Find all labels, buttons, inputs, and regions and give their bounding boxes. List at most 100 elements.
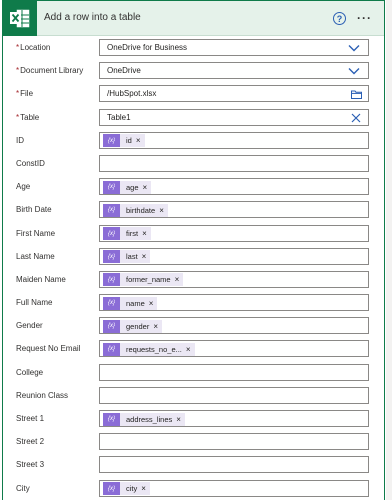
expression-icon: {x} — [103, 227, 120, 240]
folder-icon[interactable] — [351, 90, 362, 101]
scrollbar[interactable] — [386, 0, 392, 500]
action-title: Add a row into a table — [44, 12, 141, 23]
help-icon[interactable]: ? — [333, 12, 346, 25]
token-label: name — [126, 298, 145, 308]
remove-token-icon[interactable]: × — [153, 322, 158, 331]
param-label: Gender — [16, 321, 43, 330]
param-label-text: ConstID — [16, 158, 45, 168]
param-row-request-no-email: Request No Email {x} requests_no_e... × — [3, 337, 384, 360]
remove-token-icon[interactable]: × — [142, 229, 147, 238]
last-name-field[interactable]: {x} last × — [99, 247, 369, 265]
birth-date-field[interactable]: {x} birthdate × — [99, 201, 369, 219]
more-options-icon[interactable]: ··· — [357, 11, 372, 25]
chevron-down-icon[interactable] — [348, 44, 360, 54]
dynamic-content-token[interactable]: {x} former_name × — [103, 273, 184, 287]
param-label: *File — [16, 89, 33, 98]
dynamic-content-token[interactable]: {x} gender × — [103, 319, 163, 333]
gender-field[interactable]: {x} gender × — [99, 317, 369, 335]
file-field[interactable]: /HubSpot.xlsx — [99, 85, 369, 103]
dynamic-content-token[interactable]: {x} city × — [103, 482, 150, 496]
param-row-city: City {x} city × — [3, 477, 384, 500]
param-row-location: *Location OneDrive for Business — [3, 36, 384, 59]
dynamic-content-token[interactable]: {x} birthdate × — [103, 203, 168, 217]
first-name-field[interactable]: {x} first × — [99, 224, 369, 242]
remove-token-icon[interactable]: × — [175, 275, 180, 284]
required-marker: * — [16, 89, 20, 99]
street-2-field[interactable] — [99, 433, 369, 451]
param-row-street-1: Street 1 {x} address_lines × — [3, 407, 384, 430]
dynamic-content-token[interactable]: {x} last × — [103, 250, 151, 264]
token-label: address_lines — [126, 414, 173, 424]
remove-token-icon[interactable]: × — [186, 345, 191, 354]
dynamic-content-token[interactable]: {x} requests_no_e... × — [103, 342, 195, 356]
dynamic-content-token[interactable]: {x} first × — [103, 227, 151, 240]
param-label-text: Street 2 — [16, 437, 45, 447]
token-label: id — [126, 136, 132, 146]
param-label-text: Full Name — [16, 298, 53, 308]
city-field[interactable]: {x} city × — [99, 479, 369, 497]
remove-token-icon[interactable]: × — [136, 136, 141, 145]
action-card: Add a row into a table ? ··· *Location On… — [2, 0, 385, 500]
expression-icon: {x} — [103, 250, 120, 264]
param-label: Street 1 — [16, 414, 44, 423]
constid-field[interactable] — [99, 154, 369, 172]
expression-icon: {x} — [103, 296, 120, 310]
dynamic-content-token[interactable]: {x} name × — [103, 296, 158, 310]
param-label-text: File — [20, 89, 34, 99]
street-1-field[interactable]: {x} address_lines × — [99, 410, 369, 427]
maiden-name-field[interactable]: {x} former_name × — [99, 270, 369, 288]
college-field[interactable] — [99, 363, 369, 381]
param-label-text: Age — [16, 182, 31, 192]
param-label: *Location — [16, 43, 50, 52]
param-label: City — [16, 484, 30, 493]
token-label: city — [126, 484, 138, 494]
param-label: Birth Date — [16, 205, 52, 214]
param-label: Street 2 — [16, 437, 44, 446]
param-label-text: ID — [16, 135, 24, 145]
table-field[interactable]: Table1 — [99, 108, 369, 126]
param-label: Street 3 — [16, 460, 44, 469]
expression-icon: {x} — [103, 134, 120, 148]
location-field[interactable]: OneDrive for Business — [99, 39, 369, 56]
param-row-maiden-name: Maiden Name {x} former_name × — [3, 268, 384, 291]
param-label-text: Last Name — [16, 251, 55, 261]
remove-token-icon[interactable]: × — [159, 206, 164, 215]
id-field[interactable]: {x} id × — [99, 131, 369, 149]
expression-icon: {x} — [103, 412, 120, 426]
param-row-street-2: Street 2 — [3, 430, 384, 453]
remove-token-icon[interactable]: × — [141, 484, 146, 493]
token-label: age — [126, 182, 139, 192]
param-row-gender: Gender {x} gender × — [3, 314, 384, 337]
token-label: birthdate — [126, 205, 156, 215]
chevron-down-icon[interactable] — [348, 67, 360, 77]
document-library-field[interactable]: OneDrive — [99, 62, 369, 80]
param-row-birth-date: Birth Date {x} birthdate × — [3, 198, 384, 221]
street-3-field[interactable] — [99, 456, 369, 474]
card-header[interactable]: Add a row into a table ? ··· — [3, 1, 384, 36]
reunion-class-field[interactable] — [99, 386, 369, 404]
param-row-id: ID {x} id × — [3, 129, 384, 152]
age-field[interactable]: {x} age × — [99, 178, 369, 196]
token-label: requests_no_e... — [126, 344, 182, 354]
remove-token-icon[interactable]: × — [142, 252, 147, 261]
param-label: *Document Library — [16, 66, 83, 75]
dynamic-content-token[interactable]: {x} id × — [103, 134, 145, 148]
dynamic-content-token[interactable]: {x} address_lines × — [103, 412, 185, 426]
param-row-age: Age {x} age × — [3, 175, 384, 198]
token-label: former_name — [126, 275, 171, 285]
full-name-field[interactable]: {x} name × — [99, 294, 369, 312]
clear-icon[interactable] — [351, 113, 361, 125]
remove-token-icon[interactable]: × — [149, 299, 154, 308]
param-label-text: Maiden Name — [16, 274, 66, 284]
remove-token-icon[interactable]: × — [176, 415, 181, 424]
required-marker: * — [16, 66, 20, 76]
param-row-full-name: Full Name {x} name × — [3, 291, 384, 314]
param-label-text: Gender — [16, 321, 43, 331]
dynamic-content-token[interactable]: {x} age × — [103, 180, 152, 194]
param-row-first-name: First Name {x} first × — [3, 222, 384, 245]
request-no-email-field[interactable]: {x} requests_no_e... × — [99, 340, 369, 358]
param-label: *Table — [16, 113, 39, 122]
param-row-constid: ConstID — [3, 152, 384, 175]
remove-token-icon[interactable]: × — [143, 183, 148, 192]
field-value: OneDrive — [107, 66, 141, 76]
